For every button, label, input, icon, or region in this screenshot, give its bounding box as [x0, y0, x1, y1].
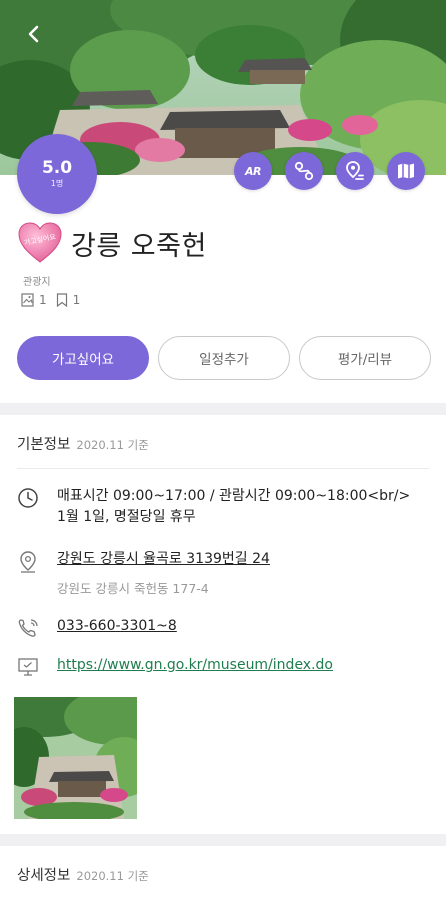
- clock-icon: [18, 488, 38, 508]
- main-action-buttons: 가고싶어요 일정추가 평가/리뷰: [17, 336, 431, 380]
- hours-text: 매표시간 09:00~17:00 / 관람시간 09:00~18:00<br/>: [57, 488, 411, 504]
- rating-count: 1명: [50, 179, 64, 188]
- course-icon: [294, 161, 314, 181]
- hours-row: 매표시간 09:00~17:00 / 관람시간 09:00~18:00<br/>…: [17, 486, 437, 528]
- basic-info-title: 기본정보: [17, 437, 71, 453]
- website-row: https://www.gn.go.kr/museum/index.do: [17, 655, 437, 678]
- photo-count-value: 1: [39, 293, 47, 307]
- detail-info-title: 상세정보: [17, 868, 71, 884]
- location-icon: [20, 551, 36, 573]
- photo-icon: [21, 293, 34, 307]
- ar-icon: AR: [245, 164, 261, 178]
- rating-badge: 5.0 1명: [17, 134, 97, 214]
- section-divider: [0, 403, 446, 415]
- back-arrow-icon: [28, 25, 39, 43]
- rating-score: 5.0: [41, 158, 73, 178]
- add-schedule-button[interactable]: 일정추가: [158, 336, 290, 380]
- guide-button[interactable]: [387, 152, 425, 190]
- basic-info-date: 2020.11 기준: [76, 438, 149, 452]
- ar-button[interactable]: AR: [234, 152, 272, 190]
- book-map-icon: [398, 163, 414, 179]
- course-button[interactable]: [285, 152, 323, 190]
- map-button[interactable]: [336, 152, 374, 190]
- header-divider: [17, 468, 429, 469]
- phone-row: 033-660-3301~8: [17, 616, 437, 639]
- place-title: 강릉 오죽헌: [71, 230, 207, 262]
- bookmark-icon: [56, 293, 67, 307]
- address-row: 강원도 강릉시 율곡로 3139번길 24 강원도 강릉시 죽헌동 177-4: [17, 549, 437, 599]
- want-to-go-button[interactable]: 가고싶어요: [17, 336, 149, 380]
- bookmark-count-value: 1: [72, 293, 81, 307]
- review-button[interactable]: 평가/리뷰: [299, 336, 431, 380]
- section-divider-2: [0, 834, 446, 846]
- website-link[interactable]: https://www.gn.go.kr/museum/index.do: [57, 655, 333, 676]
- closed-days-text: 1월 1일, 명절당일 휴무: [57, 509, 196, 525]
- basic-info-header: 기본정보 2020.11 기준: [17, 433, 149, 454]
- back-button[interactable]: [16, 16, 52, 52]
- monitor-icon: [18, 658, 38, 676]
- detail-info-date: 2020.11 기준: [76, 869, 149, 883]
- address-link[interactable]: 강원도 강릉시 율곡로 3139번길 24: [57, 549, 270, 570]
- action-icon-bar: AR: [234, 152, 425, 190]
- map-pin-icon: [346, 161, 364, 180]
- place-thumbnail[interactable]: [14, 697, 137, 819]
- bookmark-count: 1: [56, 293, 81, 307]
- detail-info-header: 상세정보 2020.11 기준: [17, 864, 149, 885]
- phone-icon: [18, 619, 38, 637]
- counts-row: 1 1: [21, 293, 89, 307]
- place-category: 관광지: [23, 277, 51, 288]
- old-address: 강원도 강릉시 죽헌동 177-4: [57, 581, 209, 596]
- phone-link[interactable]: 033-660-3301~8: [57, 616, 177, 637]
- heart-icon: 가고싶어요: [17, 221, 63, 265]
- photo-count: 1: [21, 293, 47, 307]
- title-row: 가고싶어요 강릉 오죽헌: [17, 221, 207, 265]
